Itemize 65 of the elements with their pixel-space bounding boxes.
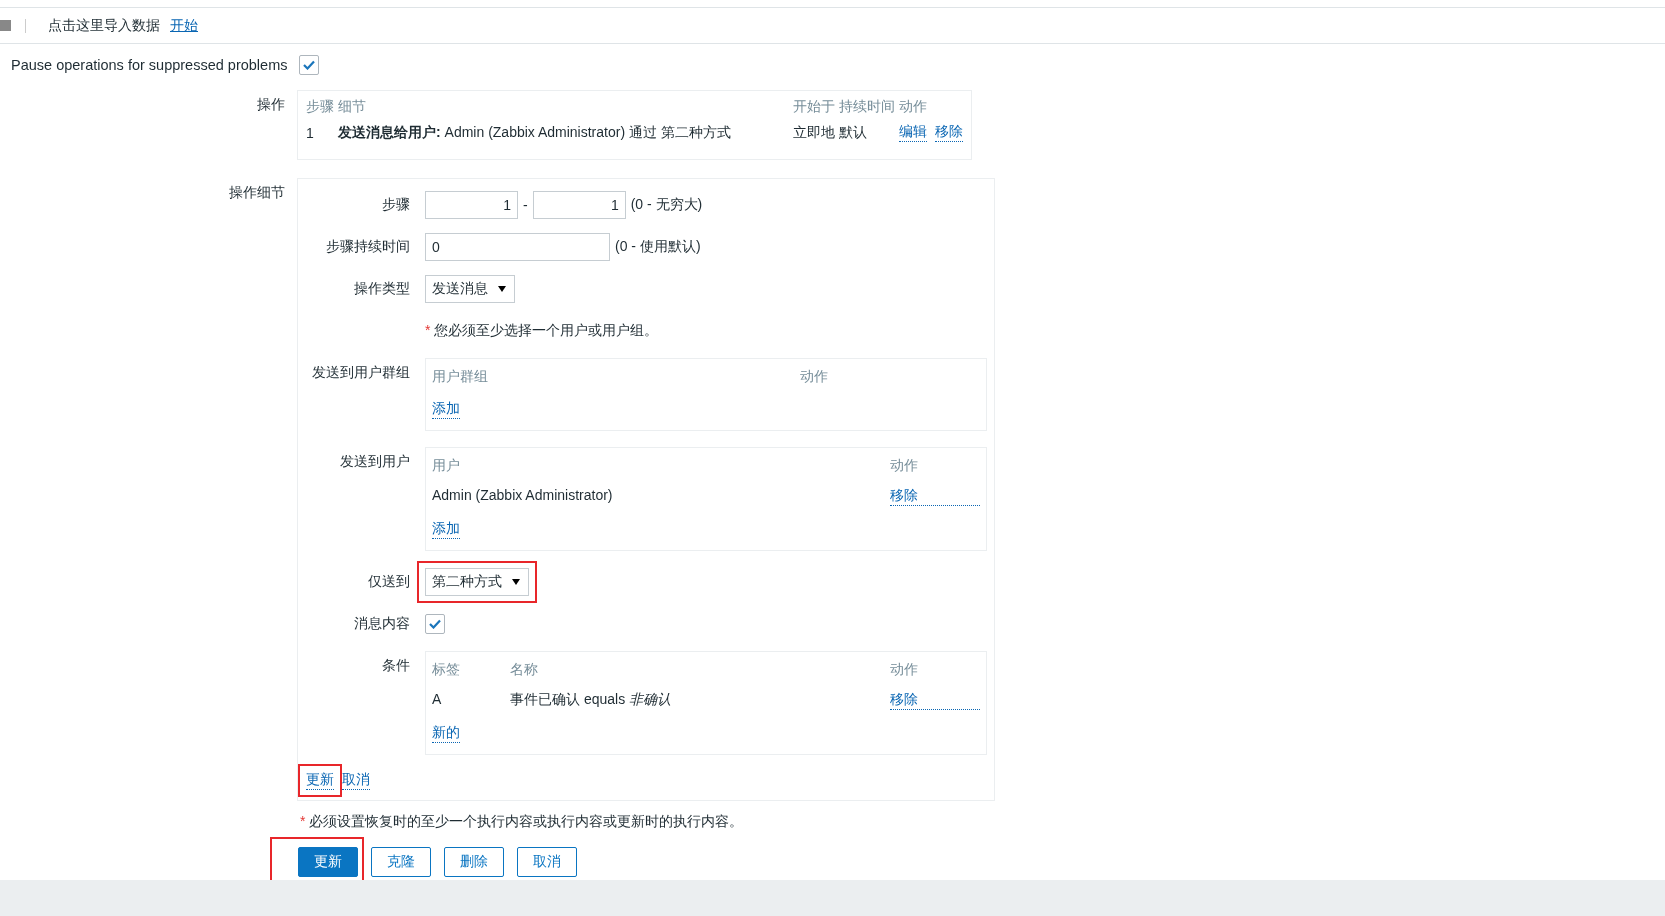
- duration-cell-text: 默认: [838, 122, 868, 142]
- user-cell-text: Admin (Zabbix Administrator): [432, 487, 614, 505]
- column-header: 名称: [510, 661, 539, 679]
- form-link[interactable]: 更新: [306, 771, 334, 790]
- step-to-field[interactable]: 1: [532, 191, 626, 219]
- message-content-label: 消息内容: [353, 615, 411, 633]
- pause-label: Pause operations for suppressed problems: [11, 57, 288, 73]
- send-only-to-dropdown[interactable]: 第二种方式: [425, 568, 529, 596]
- import-text: 点击这里导入数据: [48, 16, 160, 35]
- condition-cell-text: 事件已确认 equals 非确认: [510, 691, 673, 709]
- form-button[interactable]: 克隆: [371, 847, 431, 877]
- caret-icon: [498, 286, 506, 292]
- required-mark: *: [300, 813, 306, 831]
- highlight-box: [298, 764, 342, 797]
- caret-icon: [512, 579, 520, 585]
- tag-cell-text: A: [432, 691, 443, 709]
- step-duration-field[interactable]: 0: [425, 233, 610, 261]
- add-link[interactable]: 添加: [432, 520, 460, 539]
- column-header: 持续时间: [838, 97, 896, 116]
- users-label: 发送到用户: [339, 452, 411, 471]
- form-button[interactable]: 删除: [444, 847, 504, 877]
- form-button[interactable]: 取消: [517, 847, 577, 877]
- new-link[interactable]: 新的: [432, 724, 460, 743]
- required-note: 您必须至少选择一个用户或用户组。: [434, 322, 659, 340]
- remove-link[interactable]: 移除: [890, 487, 980, 506]
- check-icon: [429, 619, 441, 629]
- column-header: 动作: [800, 368, 829, 386]
- form-link[interactable]: 取消: [342, 771, 370, 790]
- step-label: 步骤: [381, 196, 411, 214]
- column-header: 动作: [890, 457, 919, 475]
- action-link[interactable]: 移除: [935, 123, 963, 142]
- start-link[interactable]: 开始: [170, 16, 198, 35]
- duration-hint: (0 - 使用默认): [615, 238, 701, 256]
- operation-type-dropdown[interactable]: 发送消息: [425, 275, 515, 303]
- required-mark: *: [425, 322, 431, 340]
- column-header: 用户群组: [432, 368, 489, 386]
- remove-link[interactable]: 移除: [890, 691, 980, 710]
- column-header: 细节: [337, 97, 367, 116]
- start-cell-text: 立即地: [792, 122, 836, 142]
- add-link[interactable]: 添加: [432, 400, 460, 419]
- column-header: 动作: [898, 97, 928, 116]
- bottom-note: 必须设置恢复时的至少一个执行内容或执行内容或更新时的执行内容。: [309, 813, 744, 831]
- step-hint: (0 - 无穷大): [630, 196, 703, 214]
- operations-label: 操作: [256, 95, 286, 114]
- check-icon: [303, 60, 316, 70]
- checkbox[interactable]: [299, 55, 320, 75]
- conditions-label: 条件: [381, 656, 411, 675]
- step-duration-label: 步骤持续时间: [325, 238, 411, 256]
- step-cell-text: 1: [305, 123, 315, 143]
- detail-cell-text: 发送消息给用户: Admin (Zabbix Administrator) 通过 第二种方式: [337, 122, 732, 142]
- action-link[interactable]: 编辑: [899, 123, 927, 142]
- step-from-field[interactable]: 1: [425, 191, 518, 219]
- details-label: 操作细节: [228, 183, 286, 202]
- column-header: 用户: [432, 457, 461, 475]
- send-only-to-label: 仅送到: [367, 573, 411, 591]
- column-header: 步骤: [305, 97, 335, 116]
- square-icon: [0, 20, 11, 31]
- column-header: 动作: [890, 661, 919, 679]
- operation-type-label: 操作类型: [353, 280, 411, 298]
- form-button[interactable]: 更新: [298, 847, 358, 877]
- column-header: 标签: [432, 661, 461, 679]
- column-header: 开始于: [792, 97, 836, 116]
- checkbox[interactable]: [425, 614, 445, 634]
- user-groups-label: 发送到用户群组: [311, 363, 411, 382]
- range-separator: -: [523, 197, 528, 213]
